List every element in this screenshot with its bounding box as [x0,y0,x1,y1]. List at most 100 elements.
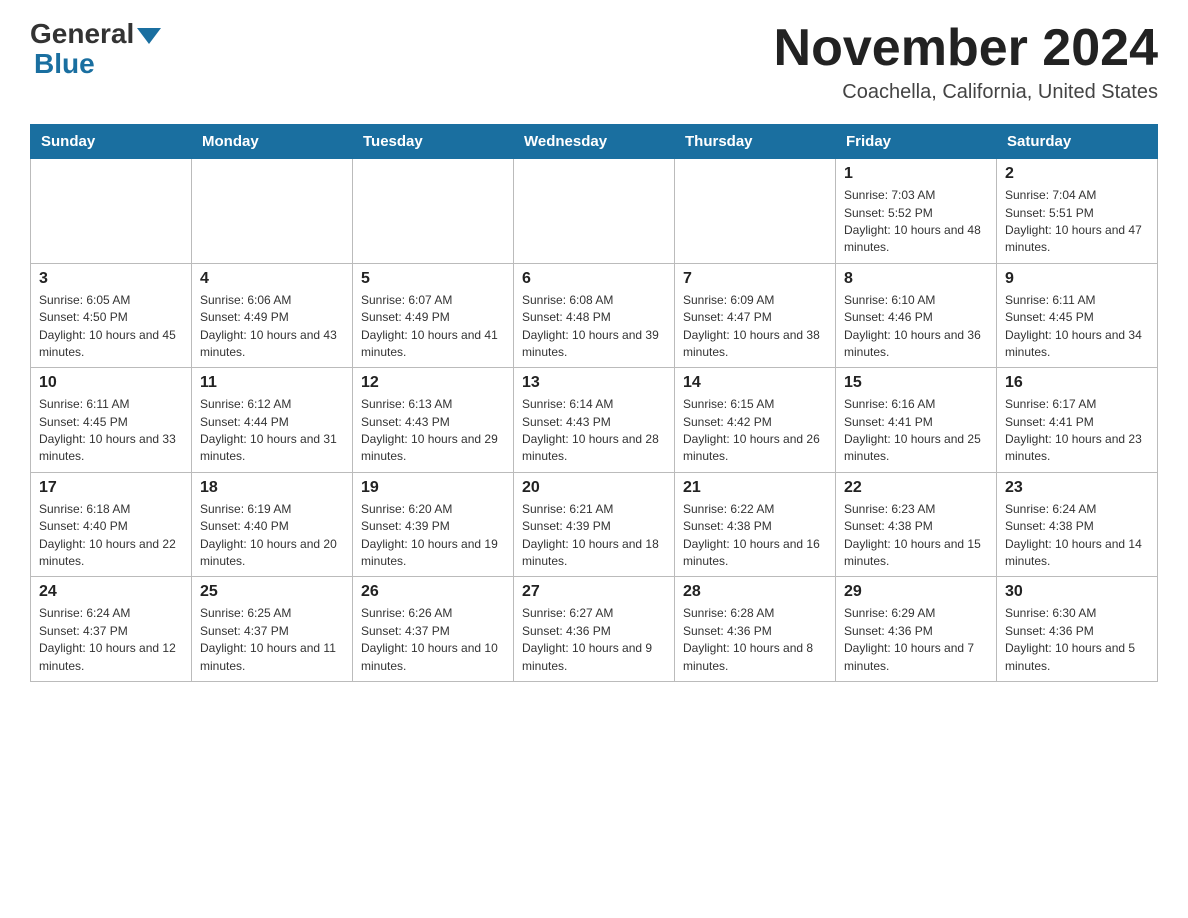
calendar-cell: 4 Sunrise: 6:06 AMSunset: 4:49 PMDaylight… [192,263,353,368]
calendar-cell: 14Sunrise: 6:15 AMSunset: 4:42 PMDayligh… [675,368,836,473]
calendar-cell: 30Sunrise: 6:30 AMSunset: 4:36 PMDayligh… [997,577,1158,682]
day-info: Sunrise: 6:12 AMSunset: 4:44 PMDaylight:… [200,396,344,466]
calendar-cell [353,159,514,264]
day-number: 18 [200,479,344,497]
day-number: 3 [39,270,183,288]
calendar-body: 1 Sunrise: 7:03 AMSunset: 5:52 PMDaylight… [31,159,1158,682]
calendar-cell: 15 Sunrise: 6:16 AMSunset: 4:41 PMDayligh… [836,368,997,473]
day-number: 24 [39,583,183,601]
day-info: Sunrise: 6:09 AMSunset: 4:47 PMDaylight:… [683,292,827,362]
day-number: 5 [361,270,505,288]
weekday-header-tuesday: Tuesday [353,125,514,159]
weekday-header-friday: Friday [836,125,997,159]
day-number: 10 [39,374,183,392]
weekday-header-monday: Monday [192,125,353,159]
day-number: 4 [200,270,344,288]
calendar-cell: 12Sunrise: 6:13 AMSunset: 4:43 PMDayligh… [353,368,514,473]
day-number: 2 [1005,165,1149,183]
day-number: 8 [844,270,988,288]
day-number: 29 [844,583,988,601]
calendar-cell [31,159,192,264]
day-info: Sunrise: 6:14 AMSunset: 4:43 PMDaylight:… [522,396,666,466]
day-number: 27 [522,583,666,601]
calendar-cell: 17Sunrise: 6:18 AMSunset: 4:40 PMDayligh… [31,472,192,577]
calendar-cell [192,159,353,264]
day-info: Sunrise: 6:25 AMSunset: 4:37 PMDaylight:… [200,605,344,675]
day-info: Sunrise: 6:16 AMSunset: 4:41 PMDaylight:… [844,396,988,466]
calendar-table: SundayMondayTuesdayWednesdayThursdayFrid… [30,124,1158,682]
week-row-2: 10 Sunrise: 6:11 AMSunset: 4:45 PMDayligh… [31,368,1158,473]
calendar-cell: 11 Sunrise: 6:12 AMSunset: 4:44 PMDayligh… [192,368,353,473]
calendar-cell: 18 Sunrise: 6:19 AMSunset: 4:40 PMDayligh… [192,472,353,577]
logo-blue-text: Blue [34,48,95,80]
day-number: 6 [522,270,666,288]
calendar-cell: 19Sunrise: 6:20 AMSunset: 4:39 PMDayligh… [353,472,514,577]
week-row-1: 3 Sunrise: 6:05 AMSunset: 4:50 PMDaylight… [31,263,1158,368]
day-info: Sunrise: 6:11 AMSunset: 4:45 PMDaylight:… [1005,292,1149,362]
day-info: Sunrise: 6:15 AMSunset: 4:42 PMDaylight:… [683,396,827,466]
day-info: Sunrise: 6:05 AMSunset: 4:50 PMDaylight:… [39,292,183,362]
calendar-cell: 16 Sunrise: 6:17 AMSunset: 4:41 PMDayligh… [997,368,1158,473]
day-number: 13 [522,374,666,392]
day-info: Sunrise: 6:21 AMSunset: 4:39 PMDaylight:… [522,501,666,571]
month-title: November 2024 [774,20,1158,77]
calendar-cell: 13 Sunrise: 6:14 AMSunset: 4:43 PMDayligh… [514,368,675,473]
calendar-cell: 25 Sunrise: 6:25 AMSunset: 4:37 PMDayligh… [192,577,353,682]
day-info: Sunrise: 6:17 AMSunset: 4:41 PMDaylight:… [1005,396,1149,466]
day-info: Sunrise: 7:03 AMSunset: 5:52 PMDaylight:… [844,187,988,257]
day-number: 1 [844,165,988,183]
day-number: 28 [683,583,827,601]
day-number: 25 [200,583,344,601]
title-area: November 2024 Coachella, California, Uni… [774,20,1158,104]
day-number: 22 [844,479,988,497]
day-number: 11 [200,374,344,392]
logo-general-text: General [30,20,134,48]
calendar-cell: 22 Sunrise: 6:23 AMSunset: 4:38 PMDayligh… [836,472,997,577]
day-info: Sunrise: 6:23 AMSunset: 4:38 PMDaylight:… [844,501,988,571]
day-info: Sunrise: 6:26 AMSunset: 4:37 PMDaylight:… [361,605,505,675]
day-number: 23 [1005,479,1149,497]
day-info: Sunrise: 6:27 AMSunset: 4:36 PMDaylight:… [522,605,666,675]
day-number: 20 [522,479,666,497]
calendar-cell: 3 Sunrise: 6:05 AMSunset: 4:50 PMDaylight… [31,263,192,368]
calendar-cell: 28Sunrise: 6:28 AMSunset: 4:36 PMDayligh… [675,577,836,682]
day-info: Sunrise: 6:20 AMSunset: 4:39 PMDaylight:… [361,501,505,571]
calendar-cell: 24 Sunrise: 6:24 AMSunset: 4:37 PMDayligh… [31,577,192,682]
day-number: 21 [683,479,827,497]
day-number: 15 [844,374,988,392]
calendar-cell: 26 Sunrise: 6:26 AMSunset: 4:37 PMDayligh… [353,577,514,682]
day-info: Sunrise: 6:10 AMSunset: 4:46 PMDaylight:… [844,292,988,362]
day-info: Sunrise: 6:13 AMSunset: 4:43 PMDaylight:… [361,396,505,466]
calendar-cell: 21 Sunrise: 6:22 AMSunset: 4:38 PMDayligh… [675,472,836,577]
day-info: Sunrise: 6:11 AMSunset: 4:45 PMDaylight:… [39,396,183,466]
calendar-cell: 2Sunrise: 7:04 AMSunset: 5:51 PMDaylight… [997,159,1158,264]
weekday-header-thursday: Thursday [675,125,836,159]
calendar-cell: 1 Sunrise: 7:03 AMSunset: 5:52 PMDaylight… [836,159,997,264]
calendar-cell: 10 Sunrise: 6:11 AMSunset: 4:45 PMDayligh… [31,368,192,473]
calendar-cell: 8 Sunrise: 6:10 AMSunset: 4:46 PMDaylight… [836,263,997,368]
weekday-header-sunday: Sunday [31,125,192,159]
day-info: Sunrise: 6:19 AMSunset: 4:40 PMDaylight:… [200,501,344,571]
logo: General Blue [30,20,161,80]
weekday-header-wednesday: Wednesday [514,125,675,159]
calendar-cell [514,159,675,264]
calendar-cell: 20 Sunrise: 6:21 AMSunset: 4:39 PMDayligh… [514,472,675,577]
weekday-header-row: SundayMondayTuesdayWednesdayThursdayFrid… [31,125,1158,159]
week-row-0: 1 Sunrise: 7:03 AMSunset: 5:52 PMDaylight… [31,159,1158,264]
day-info: Sunrise: 6:07 AMSunset: 4:49 PMDaylight:… [361,292,505,362]
page-header: General Blue November 2024 Coachella, Ca… [30,20,1158,104]
week-row-3: 17Sunrise: 6:18 AMSunset: 4:40 PMDayligh… [31,472,1158,577]
calendar-cell [675,159,836,264]
calendar-cell: 7Sunrise: 6:09 AMSunset: 4:47 PMDaylight… [675,263,836,368]
day-info: Sunrise: 6:08 AMSunset: 4:48 PMDaylight:… [522,292,666,362]
day-number: 26 [361,583,505,601]
day-info: Sunrise: 6:06 AMSunset: 4:49 PMDaylight:… [200,292,344,362]
day-number: 17 [39,479,183,497]
day-info: Sunrise: 6:24 AMSunset: 4:37 PMDaylight:… [39,605,183,675]
calendar-cell: 23Sunrise: 6:24 AMSunset: 4:38 PMDayligh… [997,472,1158,577]
location-title: Coachella, California, United States [774,81,1158,104]
day-info: Sunrise: 6:22 AMSunset: 4:38 PMDaylight:… [683,501,827,571]
day-number: 16 [1005,374,1149,392]
logo-arrow-icon [137,28,161,44]
calendar-cell: 9Sunrise: 6:11 AMSunset: 4:45 PMDaylight… [997,263,1158,368]
